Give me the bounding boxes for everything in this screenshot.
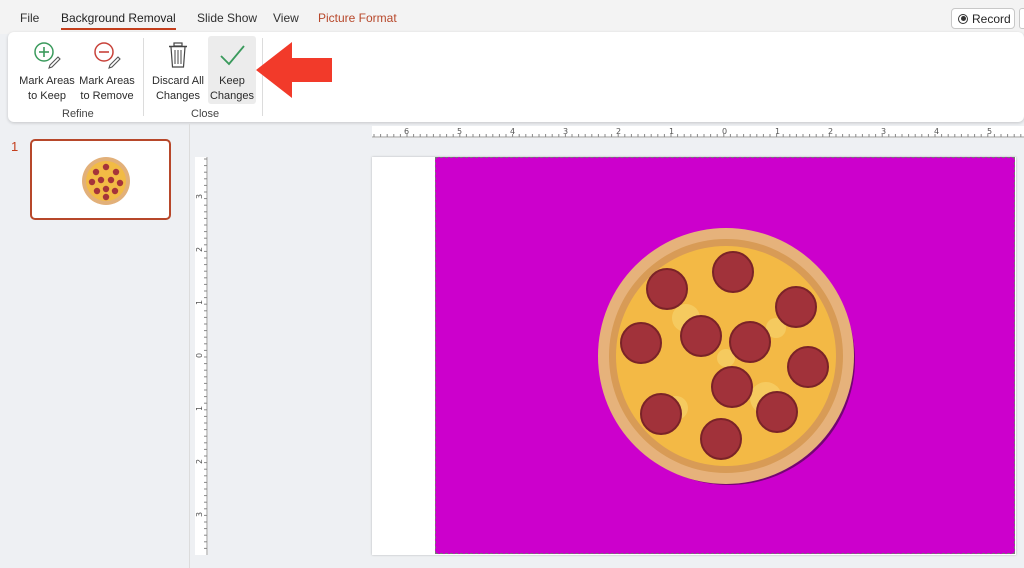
discard-all-changes-button[interactable]: Discard All Changes <box>150 36 206 104</box>
ruler-label: 1 <box>775 127 781 136</box>
panel-divider <box>189 124 190 568</box>
red-arrow-icon <box>256 42 332 98</box>
discard-label-1: Discard All <box>152 75 204 87</box>
ruler-label: 3 <box>195 193 205 200</box>
ruler-label: 5 <box>457 127 463 136</box>
tab-slide-show[interactable]: Slide Show <box>197 11 257 25</box>
ruler-label: 0 <box>722 127 728 136</box>
record-label: Record <box>972 11 1011 26</box>
mark-areas-to-keep-button[interactable]: Mark Areas to Keep <box>18 36 76 104</box>
ruler-label: 4 <box>934 127 940 136</box>
close-group-label: Close <box>191 108 220 120</box>
ruler-label: 1 <box>195 299 205 306</box>
checkmark-icon <box>220 45 245 66</box>
mark-remove-label-1: Mark Areas <box>79 75 135 87</box>
slide-number: 1 <box>11 139 19 154</box>
horizontal-ruler: 6 5 4 3 2 1 0 1 2 3 4 5 <box>372 126 1024 138</box>
mark-keep-label-1: Mark Areas <box>19 75 75 87</box>
ruler-label: 3 <box>195 511 205 518</box>
ruler-label: 2 <box>828 127 834 136</box>
ribbon: Mark Areas to Keep Mark Areas to Remove … <box>8 32 1024 122</box>
ruler-label: 5 <box>987 127 993 136</box>
record-button[interactable]: Record <box>951 8 1015 29</box>
ruler-label: 0 <box>195 352 205 359</box>
menu-bar: File Background Removal Slide Show View … <box>0 0 1024 34</box>
tab-file[interactable]: File <box>20 11 39 25</box>
pizza-thumbnail-image <box>82 157 130 205</box>
keep-changes-label-2: Changes <box>209 90 255 102</box>
selected-picture[interactable] <box>435 157 1015 554</box>
ruler-label: 2 <box>195 458 205 465</box>
pizza-image <box>598 228 855 485</box>
slide-thumbnail[interactable] <box>30 139 171 220</box>
ruler-label: 4 <box>510 127 516 136</box>
mark-remove-label-2: to Remove <box>80 90 134 102</box>
ruler-label: 2 <box>616 127 622 136</box>
pencil-minus-icon <box>94 42 121 69</box>
overflow-button[interactable] <box>1019 8 1024 29</box>
vertical-ruler: 3 2 1 0 1 2 3 <box>195 157 208 555</box>
record-icon <box>958 13 968 24</box>
tab-view[interactable]: View <box>273 11 299 25</box>
mark-keep-label-2: to Keep <box>28 90 66 102</box>
trash-icon <box>169 42 187 68</box>
group-separator <box>143 38 144 116</box>
keep-changes-button[interactable]: Keep Changes <box>208 36 256 104</box>
mark-areas-to-remove-button[interactable]: Mark Areas to Remove <box>78 36 136 104</box>
ruler-label: 3 <box>881 127 887 136</box>
tab-background-removal[interactable]: Background Removal <box>61 11 176 30</box>
ruler-label: 3 <box>563 127 569 136</box>
pencil-plus-icon <box>34 42 61 69</box>
tab-picture-format[interactable]: Picture Format <box>318 11 397 25</box>
ruler-label: 1 <box>669 127 675 136</box>
discard-label-2: Changes <box>155 90 201 102</box>
ruler-label: 1 <box>195 405 205 412</box>
refine-group-label: Refine <box>62 108 94 120</box>
ruler-label: 2 <box>195 246 205 253</box>
ruler-label: 6 <box>404 127 410 136</box>
keep-changes-label-1: Keep <box>219 75 245 87</box>
